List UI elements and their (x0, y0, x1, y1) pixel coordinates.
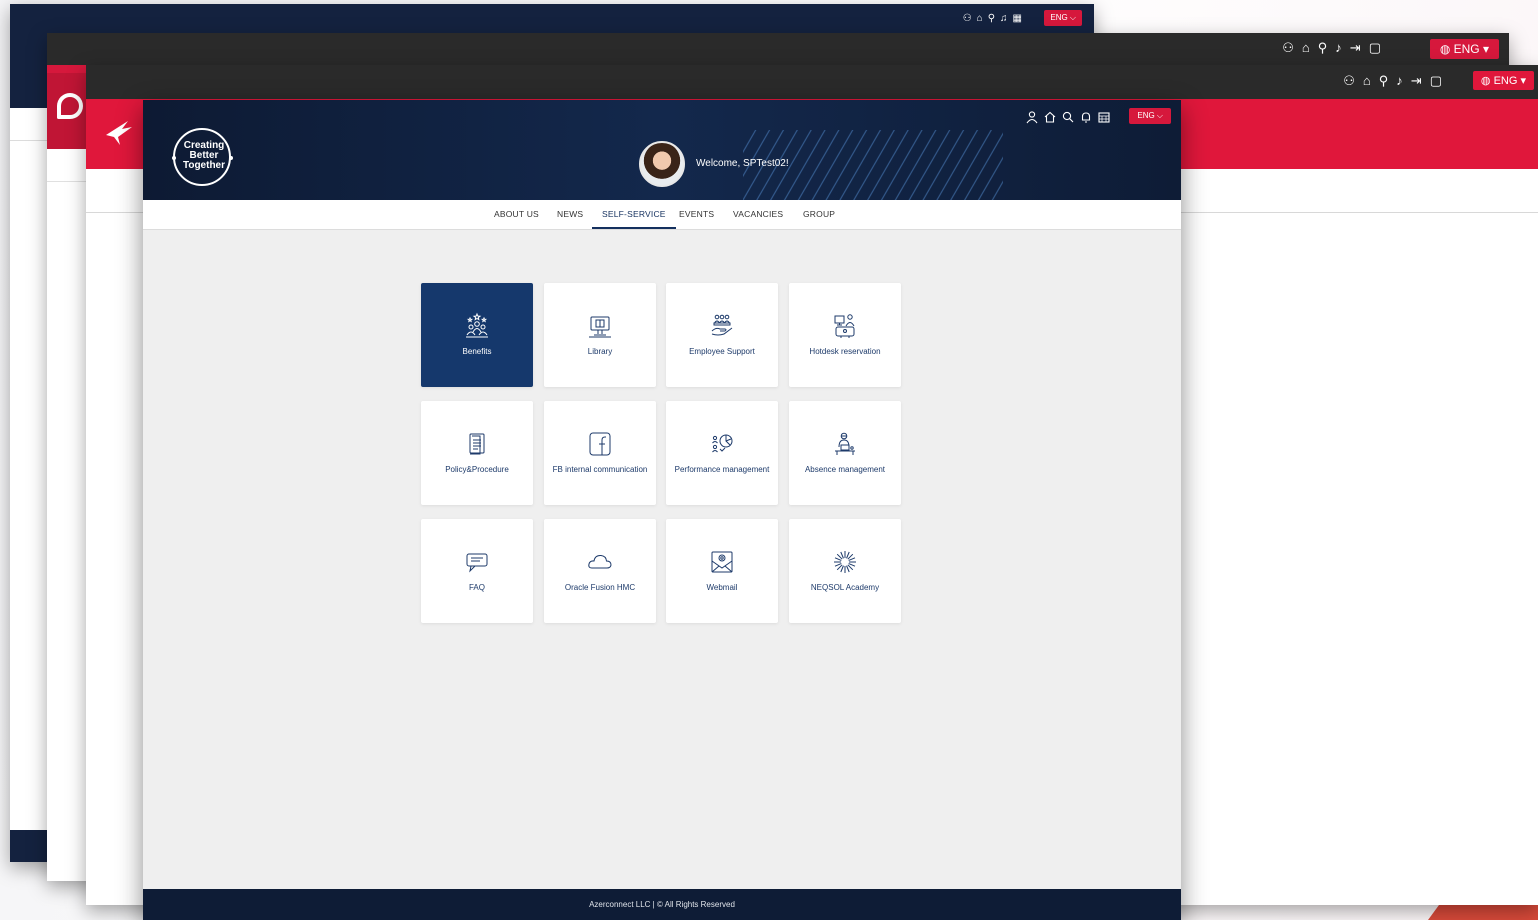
tile-label: Absence management (804, 465, 886, 474)
nav-item-vacancies[interactable]: VACANCIES (733, 200, 783, 229)
language-button[interactable]: ◍ ENG ▾ (1472, 71, 1534, 90)
home-icon[interactable]: ⌂ (1363, 74, 1371, 88)
bell-icon: ♫ (1000, 13, 1008, 24)
tile-label: Employee Support (689, 347, 755, 356)
hotdesk-person-desk-icon (834, 314, 855, 338)
tile-hotdesk-reservation[interactable]: Hotdesk reservation (789, 283, 901, 387)
search-icon: ⚲ (987, 13, 996, 24)
tile-label: Benefits (462, 347, 492, 356)
nav-item-news[interactable]: NEWS (557, 200, 583, 229)
background-window-middle-icons: ⚇ ⌂ ⚲ ♪ ⇥ ▢ (1282, 41, 1381, 55)
tile-label: Webmail (706, 583, 738, 592)
tile-fb-internal-communication[interactable]: FB internal communication (544, 401, 656, 505)
tile-policy-procedure[interactable]: Policy&Procedure (421, 401, 533, 505)
search-icon[interactable] (1061, 110, 1075, 124)
language-button[interactable]: ENG ⌵ (1129, 108, 1171, 124)
performance-gear-people-icon (712, 434, 733, 453)
nav-item-self-service[interactable]: SELF-SERVICE (592, 200, 676, 229)
bell-icon[interactable] (1079, 110, 1093, 124)
tile-label: NEQSOL Academy (810, 583, 880, 592)
user-icon[interactable]: ⚇ (1343, 74, 1355, 88)
tile-label: Hotdesk reservation (809, 347, 881, 356)
tile-label: FB internal communication (552, 465, 648, 474)
brand-logo (47, 73, 87, 149)
tile-label: Performance management (674, 465, 770, 474)
user-icon[interactable] (1025, 110, 1039, 124)
chat-bubble-icon (466, 553, 488, 573)
background-window-front-icons: ⚇ ⌂ ⚲ ♪ ⇥ ▢ (1343, 74, 1442, 88)
main-navigation: ABOUT US NEWS SELF-SERVICE EVENTS VACANC… (143, 200, 1181, 230)
facebook-icon (589, 432, 611, 456)
nav-item-about-us[interactable]: ABOUT US (494, 200, 539, 229)
site-header: Creating Better Together Welcome, SPTest… (143, 100, 1181, 200)
site-footer: Azerconnect LLC | © All Rights Reserved (143, 889, 1181, 920)
welcome-message: Welcome, SPTest02! (696, 158, 789, 169)
user-icon: ⚇ (962, 13, 972, 24)
brand-tagline-line: Together (182, 160, 226, 171)
bell-icon[interactable]: ♪ (1396, 74, 1403, 88)
library-computer-icon (589, 316, 611, 338)
brand-tagline: Creating Better Together (174, 141, 234, 171)
language-button[interactable]: ENG ⌵ (1044, 10, 1082, 26)
tile-faq[interactable]: FAQ (421, 519, 533, 623)
search-icon[interactable]: ⚲ (1379, 74, 1389, 88)
chat-bubble-logo-icon (57, 93, 83, 119)
nav-item-events[interactable]: EVENTS (679, 200, 714, 229)
tile-employee-support[interactable]: Employee Support (666, 283, 778, 387)
user-avatar[interactable] (639, 141, 685, 187)
search-icon[interactable]: ⚲ (1318, 41, 1328, 55)
tile-performance-management[interactable]: Performance management (666, 401, 778, 505)
employee-support-hand-icon (711, 314, 733, 336)
tile-label: Oracle Fusion HMC (564, 583, 636, 592)
header-toolbar (1025, 110, 1111, 124)
home-icon[interactable] (1043, 110, 1057, 124)
bell-icon[interactable]: ♪ (1335, 41, 1342, 55)
academy-burst-icon (834, 551, 856, 573)
tile-webmail[interactable]: Webmail (666, 519, 778, 623)
tile-oracle-fusion-hmc[interactable]: Oracle Fusion HMC (544, 519, 656, 623)
tile-label: Library (587, 347, 613, 356)
absence-person-laptop-icon (835, 432, 855, 455)
logout-icon[interactable]: ⇥ (1411, 74, 1422, 88)
cloud-icon (588, 554, 612, 569)
calendar-icon: ▦ (1012, 13, 1022, 24)
calendar-icon[interactable] (1097, 110, 1111, 124)
document-icon (469, 433, 485, 455)
logout-icon[interactable]: ⇥ (1350, 41, 1361, 55)
tile-benefits[interactable]: Benefits (421, 283, 533, 387)
tile-library[interactable]: Library (544, 283, 656, 387)
mail-icon (711, 551, 733, 573)
main-window: Creating Better Together Welcome, SPTest… (143, 100, 1181, 920)
tile-label: FAQ (468, 583, 485, 592)
benefits-people-stars-icon (466, 312, 488, 338)
home-icon[interactable]: ⌂ (1302, 41, 1310, 55)
bird-logo-icon (106, 121, 132, 145)
language-button[interactable]: ◍ ENG ▾ (1429, 39, 1499, 59)
user-icon[interactable]: ⚇ (1282, 41, 1294, 55)
tile-neqsol-academy[interactable]: NEQSOL Academy (789, 519, 901, 623)
background-window-back-icons: ⚇ ⌂ ⚲ ♫ ▦ (963, 13, 1022, 24)
calendar-icon[interactable]: ▢ (1369, 41, 1381, 55)
home-icon: ⌂ (976, 13, 983, 24)
calendar-icon[interactable]: ▢ (1430, 74, 1442, 88)
background-window-middle-topbar: ⚇ ⌂ ⚲ ♪ ⇥ ▢ ◍ ENG ▾ (47, 33, 1509, 65)
tile-label: Policy&Procedure (445, 465, 509, 474)
nav-item-group[interactable]: GROUP (803, 200, 835, 229)
background-window-front-topbar: ⚇ ⌂ ⚲ ♪ ⇥ ▢ ◍ ENG ▾ (86, 65, 1538, 99)
tile-absence-management[interactable]: Absence management (789, 401, 901, 505)
